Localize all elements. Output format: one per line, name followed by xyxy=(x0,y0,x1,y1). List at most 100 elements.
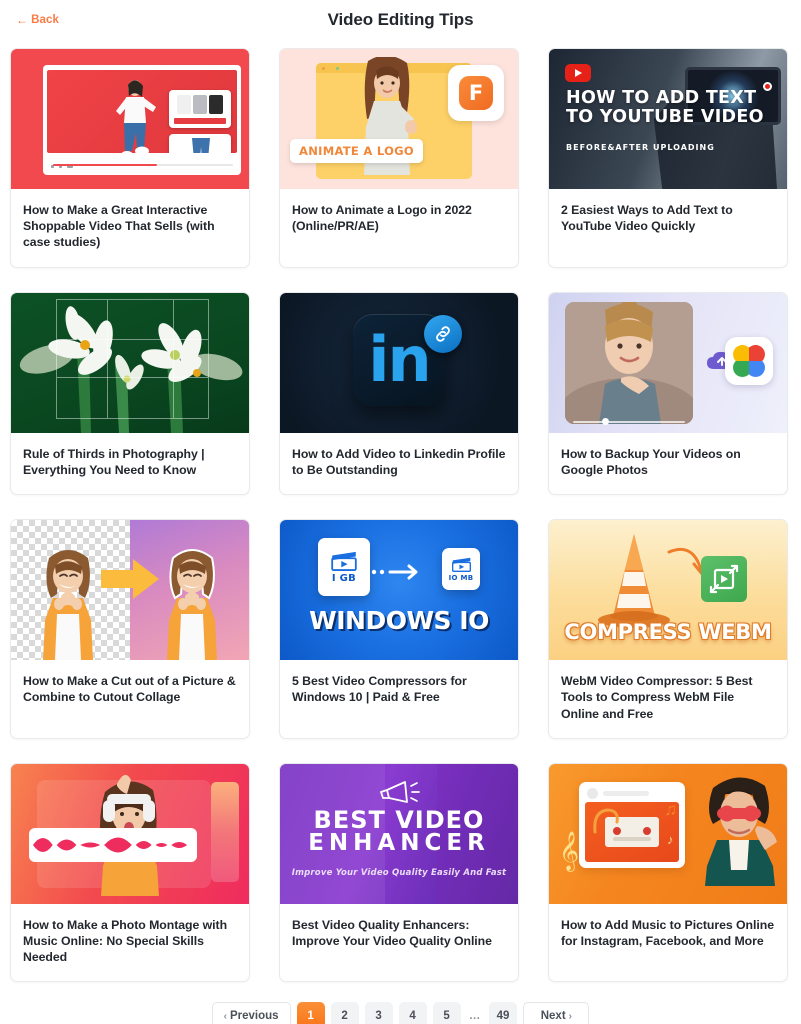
article-title: How to Add Music to Pictures Online for … xyxy=(561,917,775,948)
article-card[interactable]: COMPRESS WEBM WebM Video Compressor: 5 B… xyxy=(548,519,788,739)
article-card-body: How to Add Video to Linkedin Profile to … xyxy=(280,433,518,494)
article-card[interactable]: How to Make a Cut out of a Picture & Com… xyxy=(10,519,250,739)
pagination-page-5[interactable]: 5 xyxy=(432,1002,461,1024)
article-card[interactable]: ♫ ♪ 𝄞 How to Add Music to Pictures Onlin… xyxy=(548,762,788,983)
person-illustration xyxy=(565,301,693,424)
article-card-body: 2 Easiest Ways to Add Text to YouTube Vi… xyxy=(549,189,787,257)
music-note-icon: ♪ xyxy=(667,831,674,847)
article-title: How to Make a Photo Montage with Music O… xyxy=(23,917,228,965)
article-card[interactable]: How to Make a Great Interactive Shoppabl… xyxy=(10,48,250,268)
brand-letter-icon: F xyxy=(459,76,493,110)
link-badge xyxy=(424,314,462,353)
thumbnail-subhead: BEFORE&AFTER UPLOADING xyxy=(566,143,715,152)
back-link-label: Back xyxy=(31,14,60,26)
article-title: WebM Video Compressor: 5 Best Tools to C… xyxy=(561,674,753,721)
thumbnail-headline: BEST VIDEO ENHANCER xyxy=(308,805,490,857)
arrow-left-icon: ← xyxy=(16,13,29,27)
article-card[interactable]: in How to Add Video to Linkedin Profile … xyxy=(279,291,519,496)
article-card-body: 5 Best Video Compressors for Windows 10 … xyxy=(280,660,518,728)
file-size-label: IO MB xyxy=(448,573,474,582)
arrow-right-icon xyxy=(371,564,418,580)
article-title: 2 Easiest Ways to Add Text to YouTube Vi… xyxy=(561,203,733,234)
article-thumbnail: ♫ ♪ 𝄞 xyxy=(549,763,787,904)
logo-badge: F xyxy=(448,65,504,121)
article-card[interactable]: HOW TO ADD TEXT TO YOUTUBE VIDEO BEFORE&A… xyxy=(548,48,788,268)
buy-now-bar xyxy=(174,118,226,124)
article-title: How to Backup Your Videos on Google Phot… xyxy=(561,446,741,477)
article-thumbnail xyxy=(549,292,787,433)
article-thumbnail xyxy=(11,292,249,433)
thumbnail-subhead: Improve Your Video Quality Easily And Fa… xyxy=(291,867,507,878)
clapperboard-icon xyxy=(331,551,357,571)
person-illustration-cutout xyxy=(167,549,217,661)
chevron-right-icon: › xyxy=(568,1010,572,1022)
treble-clef-icon: 𝄞 xyxy=(559,831,580,870)
compress-video-icon xyxy=(701,556,747,603)
article-thumbnail: HOW TO ADD TEXT TO YOUTUBE VIDEO BEFORE&A… xyxy=(549,49,787,189)
pagination-next[interactable]: Next › xyxy=(523,1002,590,1024)
article-title: How to Make a Great Interactive Shoppabl… xyxy=(23,203,215,250)
person-illustration xyxy=(115,79,156,153)
file-icon-large: I GB xyxy=(318,538,370,597)
link-icon xyxy=(436,325,450,342)
product-card xyxy=(169,90,231,128)
back-link[interactable]: ← Back xyxy=(16,14,59,26)
pagination-page-4[interactable]: 4 xyxy=(398,1002,427,1024)
article-thumbnail: in xyxy=(280,292,518,433)
article-thumbnail: COMPRESS WEBM xyxy=(549,520,787,661)
article-card-body: Rule of Thirds in Photography | Everythi… xyxy=(11,433,249,494)
article-card-body: How to Make a Great Interactive Shoppabl… xyxy=(11,189,249,267)
pagination-page-2[interactable]: 2 xyxy=(330,1002,359,1024)
photo-frame: ♫ xyxy=(579,781,685,868)
article-thumbnail: F ANIMATE A LOGO xyxy=(280,49,518,189)
pagination-page-3[interactable]: 3 xyxy=(364,1002,393,1024)
linkedin-icon: in xyxy=(368,322,431,396)
pagination-page-1[interactable]: 1 xyxy=(296,1002,325,1024)
person-illustration xyxy=(705,777,777,886)
article-card[interactable]: How to Backup Your Videos on Google Phot… xyxy=(548,291,788,496)
article-thumbnail xyxy=(11,763,249,904)
article-title: Rule of Thirds in Photography | Everythi… xyxy=(23,446,205,477)
traffic-cone-icon xyxy=(598,534,670,629)
article-card[interactable]: I GB IO MB WINDOWS IO 5 Best Video Compr… xyxy=(279,519,519,739)
thumbnail-headline: HOW TO ADD TEXT TO YOUTUBE VIDEO xyxy=(566,88,764,127)
arrow-right-icon xyxy=(101,558,159,599)
article-grid: How to Make a Great Interactive Shoppabl… xyxy=(0,40,801,983)
article-card-body: WebM Video Compressor: 5 Best Tools to C… xyxy=(549,660,787,738)
article-card[interactable]: Rule of Thirds in Photography | Everythi… xyxy=(10,291,250,496)
person-illustration xyxy=(43,550,93,661)
article-title: How to Animate a Logo in 2022 (Online/PR… xyxy=(292,203,472,234)
article-thumbnail: I GB IO MB WINDOWS IO xyxy=(280,520,518,661)
file-icon-small: IO MB xyxy=(442,548,480,591)
article-thumbnail: BEST VIDEO ENHANCER Improve Your Video Qu… xyxy=(280,763,518,904)
audio-waveform xyxy=(29,827,197,862)
pagination-ellipsis: … xyxy=(468,1010,481,1023)
animate-logo-ribbon: ANIMATE A LOGO xyxy=(290,139,423,163)
google-photos-icon xyxy=(725,336,773,385)
article-title: Best Video Quality Enhancers: Improve Yo… xyxy=(292,917,492,948)
article-card[interactable]: How to Make a Photo Montage with Music O… xyxy=(10,762,250,983)
pagination: ‹ Previous 1 2 3 4 5 … 49 Next › xyxy=(0,1002,801,1024)
pagination-previous[interactable]: ‹ Previous xyxy=(211,1002,291,1024)
product-card xyxy=(169,134,231,153)
progress-bar xyxy=(53,164,233,166)
blog-listing-page: ← Back Video Editing Tips How to Make a … xyxy=(0,0,801,1024)
article-thumbnail xyxy=(11,49,249,189)
article-card[interactable]: BEST VIDEO ENHANCER Improve Your Video Qu… xyxy=(279,762,519,983)
pagination-page-49[interactable]: 49 xyxy=(488,1002,518,1024)
megaphone-icon xyxy=(380,780,420,803)
chevron-left-icon: ‹ xyxy=(223,1010,227,1022)
pagination-next-label: Next xyxy=(540,1010,566,1023)
article-title: How to Make a Cut out of a Picture & Com… xyxy=(23,674,236,705)
article-card-body: How to Animate a Logo in 2022 (Online/PR… xyxy=(280,189,518,257)
record-icon xyxy=(763,82,772,91)
article-card[interactable]: F ANIMATE A LOGO How to Animate a Logo i… xyxy=(279,48,519,268)
youtube-icon xyxy=(565,64,591,82)
thumbnail-headline: WINDOWS IO xyxy=(309,606,489,636)
rule-of-thirds-grid xyxy=(56,298,209,419)
page-title: Video Editing Tips xyxy=(327,10,474,29)
clapperboard-icon xyxy=(451,557,471,572)
article-card-body: Best Video Quality Enhancers: Improve Yo… xyxy=(280,904,518,965)
article-title: 5 Best Video Compressors for Windows 10 … xyxy=(292,674,467,705)
article-title: How to Add Video to Linkedin Profile to … xyxy=(292,446,506,477)
